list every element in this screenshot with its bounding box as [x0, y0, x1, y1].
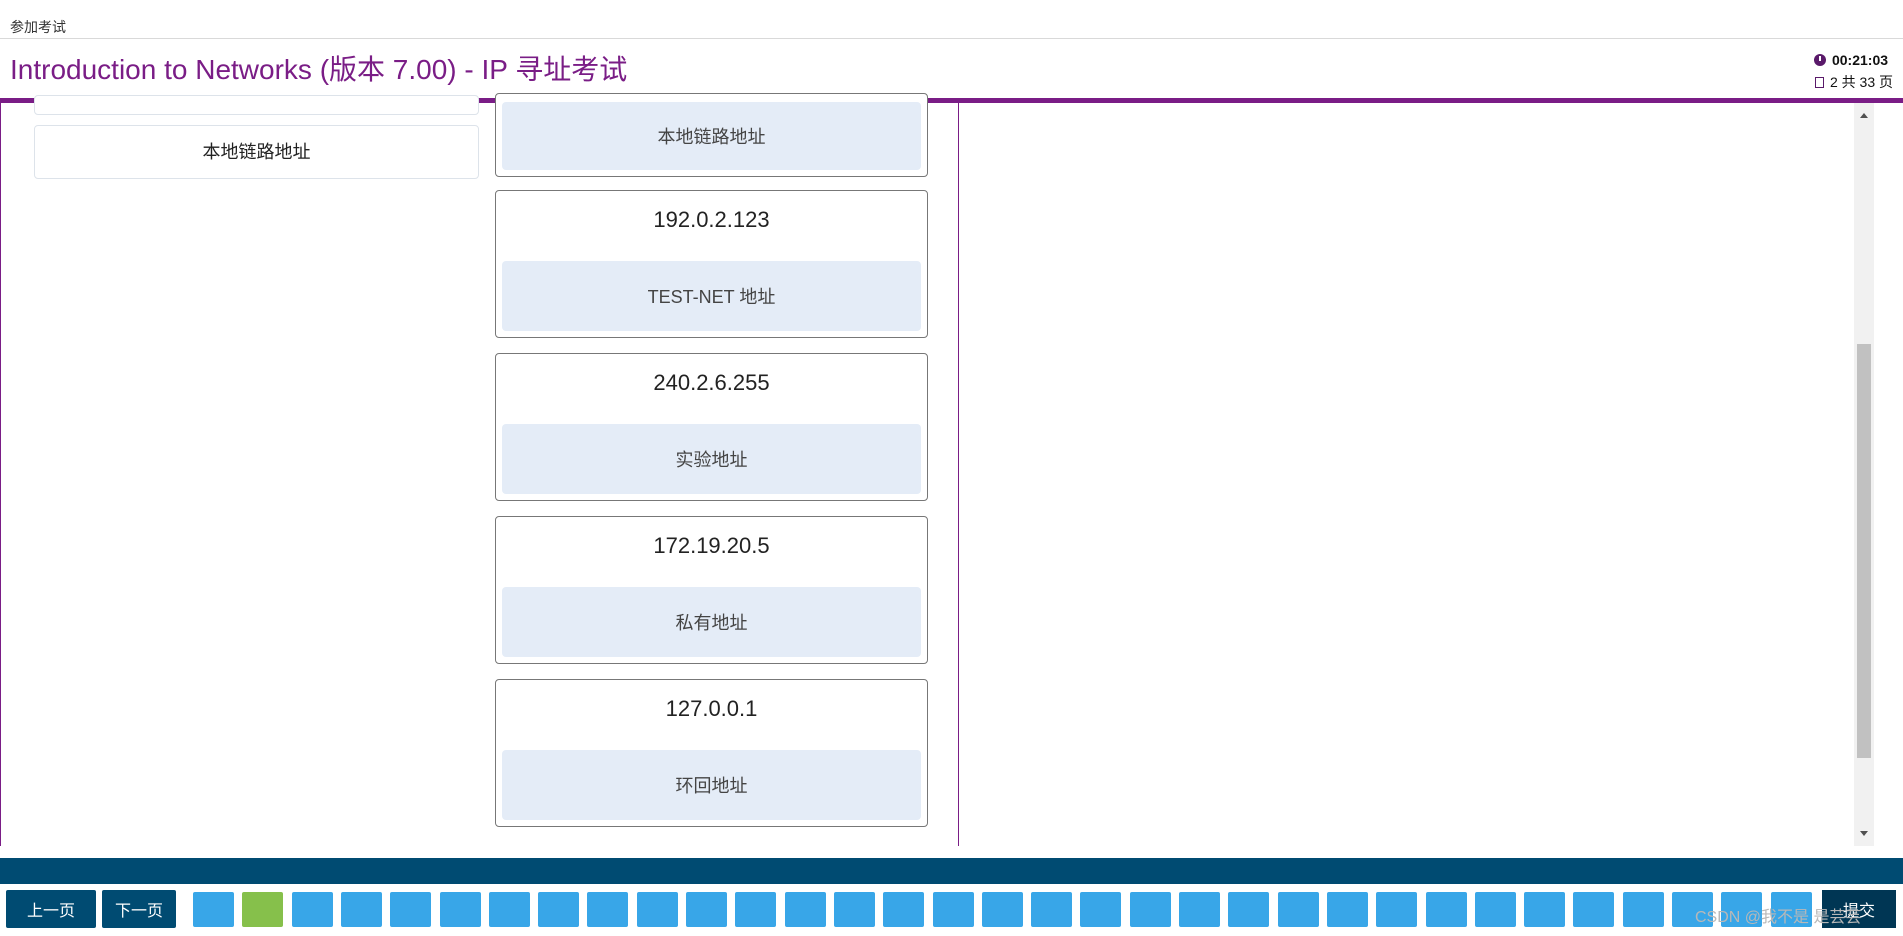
question-nav-button[interactable]: [1425, 892, 1467, 927]
question-nav-button[interactable]: [1326, 892, 1368, 927]
question-nav-button[interactable]: [1474, 892, 1516, 927]
question-nav-button[interactable]: [193, 892, 234, 927]
answer-label: 私有地址: [675, 613, 748, 633]
question-nav-button[interactable]: [1179, 892, 1220, 927]
page-icon: [1814, 76, 1824, 88]
scroll-down-arrow-icon[interactable]: [1860, 831, 1868, 836]
prev-page-button[interactable]: 上一页: [6, 890, 96, 928]
timer-value: 00:21:03: [1831, 52, 1889, 68]
ip-address: 127.0.0.1: [665, 696, 758, 721]
match-target[interactable]: 240.2.6.255 实验地址: [495, 353, 928, 501]
match-target[interactable]: 192.0.2.123 TEST-NET 地址: [495, 190, 928, 338]
question-nav-button[interactable]: [1080, 892, 1122, 927]
content-left-border: [0, 103, 1, 846]
question-nav-button[interactable]: [291, 892, 333, 927]
page-indicator: 2 共 33 页: [1829, 74, 1893, 90]
question-nav-button[interactable]: [1031, 892, 1073, 927]
clock-icon: [1813, 54, 1826, 66]
answer-slot[interactable]: 本地链路地址: [502, 102, 921, 170]
question-nav-button[interactable]: [390, 892, 432, 927]
scroll-up-arrow-icon[interactable]: [1860, 113, 1868, 118]
page-title: Introduction to Networks (版本 7.00) - IP …: [10, 54, 628, 85]
question-nav-button[interactable]: [340, 892, 382, 927]
question-nav-button[interactable]: [1228, 892, 1270, 927]
question-nav-button[interactable]: [735, 892, 777, 927]
answer-label: 本地链路地址: [657, 127, 766, 147]
answer-label: TEST-NET 地址: [647, 287, 776, 307]
question-nav-button[interactable]: [1129, 892, 1171, 927]
option-label: 本地链路地址: [202, 142, 311, 162]
question-nav-button[interactable]: [538, 892, 580, 927]
ip-address: 172.19.20.5: [653, 533, 770, 558]
title-bar: Introduction to Networks (版本 7.00) - IP …: [0, 39, 1903, 98]
match-target[interactable]: 172.19.20.5 私有地址: [495, 516, 928, 664]
watermark: CSDN @我不是 是芸芸: [1695, 909, 1862, 926]
answer-slot[interactable]: TEST-NET 地址: [502, 261, 921, 331]
question-content: 本地链路地址 本地链路地址 192.0.2.123 TEST-NET 地址 24…: [0, 93, 1903, 846]
ip-address: 240.2.6.255: [653, 370, 770, 395]
question-nav-button[interactable]: [784, 892, 826, 927]
ip-address: 192.0.2.123: [653, 207, 770, 232]
breadcrumb: 参加考试: [10, 19, 66, 35]
scrollbar-thumb[interactable]: [1857, 344, 1871, 758]
question-nav-button[interactable]: [981, 892, 1023, 927]
match-target[interactable]: 本地链路地址: [495, 93, 928, 177]
exam-topbar: 参加考试: [0, 0, 1903, 39]
question-nav-button[interactable]: [587, 892, 629, 927]
question-nav-button[interactable]: [242, 892, 284, 927]
exam-meta: 00:21:03 2 共 33 页: [1813, 49, 1893, 93]
question-nav-button[interactable]: [932, 892, 974, 927]
question-nav-button[interactable]: [636, 892, 678, 927]
question-nav-button[interactable]: [1376, 892, 1418, 927]
question-nav-button[interactable]: [1277, 892, 1319, 927]
question-nav-button[interactable]: [439, 892, 481, 927]
question-nav-button[interactable]: [833, 892, 875, 927]
match-target[interactable]: 127.0.0.1 环回地址: [495, 679, 928, 827]
content-scrollbar[interactable]: [1854, 103, 1874, 846]
answer-slot[interactable]: 实验地址: [502, 424, 921, 494]
question-nav-button[interactable]: [1622, 892, 1664, 927]
answer-label: 实验地址: [675, 450, 748, 470]
answer-slot[interactable]: 环回地址: [502, 750, 921, 820]
column-divider: [958, 103, 959, 846]
option-card[interactable]: [34, 95, 479, 115]
question-navigator: 上一页 下一页 提交: [0, 884, 1903, 936]
question-nav-button[interactable]: [686, 892, 727, 927]
question-nav-button[interactable]: [1573, 892, 1615, 927]
question-nav-button[interactable]: [488, 892, 530, 927]
answer-slot[interactable]: 私有地址: [502, 587, 921, 657]
footer-band: [0, 858, 1903, 884]
question-nav-button[interactable]: [883, 892, 925, 927]
question-nav-button[interactable]: [1524, 892, 1566, 927]
option-card[interactable]: 本地链路地址: [34, 125, 479, 179]
next-page-button[interactable]: 下一页: [102, 890, 176, 928]
answer-label: 环回地址: [675, 776, 748, 796]
